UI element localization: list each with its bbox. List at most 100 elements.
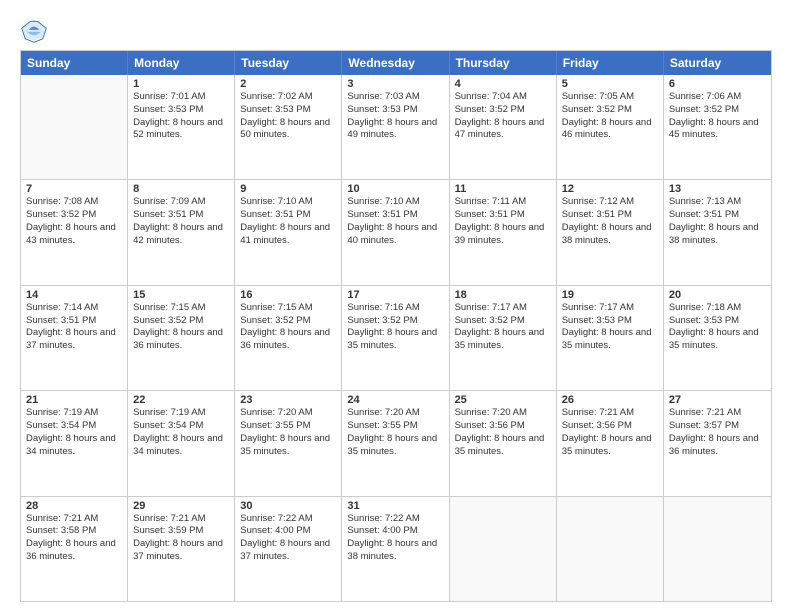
day-number: 16 [240,289,336,301]
day-number: 3 [347,78,443,90]
header [20,16,772,44]
sunset-text: Sunset: 3:52 PM [455,104,551,117]
day-number: 1 [133,78,229,90]
sunset-text: Sunset: 3:51 PM [669,209,766,222]
day-number: 4 [455,78,551,90]
daylight-text: Daylight: 8 hours and 43 minutes. [26,222,122,248]
day-number: 23 [240,394,336,406]
daylight-text: Daylight: 8 hours and 45 minutes. [669,117,766,143]
cal-cell: 27Sunrise: 7:21 AMSunset: 3:57 PMDayligh… [664,391,771,495]
day-number: 6 [669,78,766,90]
sunrise-text: Sunrise: 7:06 AM [669,91,766,104]
day-number: 15 [133,289,229,301]
day-number: 17 [347,289,443,301]
header-cell-saturday: Saturday [664,51,771,75]
cal-cell: 21Sunrise: 7:19 AMSunset: 3:54 PMDayligh… [21,391,128,495]
day-number: 21 [26,394,122,406]
cal-cell: 18Sunrise: 7:17 AMSunset: 3:52 PMDayligh… [450,286,557,390]
daylight-text: Daylight: 8 hours and 37 minutes. [240,538,336,564]
header-cell-tuesday: Tuesday [235,51,342,75]
sunrise-text: Sunrise: 7:11 AM [455,196,551,209]
header-cell-sunday: Sunday [21,51,128,75]
sunrise-text: Sunrise: 7:02 AM [240,91,336,104]
sunrise-text: Sunrise: 7:20 AM [347,407,443,420]
day-number: 30 [240,500,336,512]
daylight-text: Daylight: 8 hours and 46 minutes. [562,117,658,143]
sunrise-text: Sunrise: 7:12 AM [562,196,658,209]
sunrise-text: Sunrise: 7:13 AM [669,196,766,209]
cal-cell: 17Sunrise: 7:16 AMSunset: 3:52 PMDayligh… [342,286,449,390]
cal-cell: 7Sunrise: 7:08 AMSunset: 3:52 PMDaylight… [21,180,128,284]
sunrise-text: Sunrise: 7:19 AM [133,407,229,420]
sunrise-text: Sunrise: 7:09 AM [133,196,229,209]
logo-icon [20,16,48,44]
day-number: 11 [455,183,551,195]
sunset-text: Sunset: 3:51 PM [347,209,443,222]
day-number: 26 [562,394,658,406]
day-number: 2 [240,78,336,90]
sunset-text: Sunset: 4:00 PM [240,525,336,538]
daylight-text: Daylight: 8 hours and 35 minutes. [455,327,551,353]
day-number: 27 [669,394,766,406]
calendar-header-row: SundayMondayTuesdayWednesdayThursdayFrid… [21,51,771,75]
day-number: 29 [133,500,229,512]
sunrise-text: Sunrise: 7:18 AM [669,302,766,315]
sunrise-text: Sunrise: 7:14 AM [26,302,122,315]
day-number: 31 [347,500,443,512]
week-row-2: 7Sunrise: 7:08 AMSunset: 3:52 PMDaylight… [21,180,771,285]
sunrise-text: Sunrise: 7:20 AM [240,407,336,420]
cal-cell: 31Sunrise: 7:22 AMSunset: 4:00 PMDayligh… [342,497,449,601]
sunrise-text: Sunrise: 7:04 AM [455,91,551,104]
daylight-text: Daylight: 8 hours and 35 minutes. [347,433,443,459]
day-number: 25 [455,394,551,406]
sunrise-text: Sunrise: 7:17 AM [455,302,551,315]
daylight-text: Daylight: 8 hours and 35 minutes. [562,433,658,459]
cal-cell: 4Sunrise: 7:04 AMSunset: 3:52 PMDaylight… [450,75,557,179]
sunset-text: Sunset: 3:53 PM [133,104,229,117]
sunrise-text: Sunrise: 7:21 AM [562,407,658,420]
day-number: 9 [240,183,336,195]
sunset-text: Sunset: 3:55 PM [240,420,336,433]
sunrise-text: Sunrise: 7:10 AM [347,196,443,209]
daylight-text: Daylight: 8 hours and 38 minutes. [669,222,766,248]
day-number: 18 [455,289,551,301]
daylight-text: Daylight: 8 hours and 37 minutes. [133,538,229,564]
week-row-5: 28Sunrise: 7:21 AMSunset: 3:58 PMDayligh… [21,497,771,601]
sunset-text: Sunset: 3:55 PM [347,420,443,433]
sunrise-text: Sunrise: 7:08 AM [26,196,122,209]
day-number: 13 [669,183,766,195]
sunset-text: Sunset: 3:51 PM [133,209,229,222]
daylight-text: Daylight: 8 hours and 42 minutes. [133,222,229,248]
cal-cell: 30Sunrise: 7:22 AMSunset: 4:00 PMDayligh… [235,497,342,601]
cal-cell: 3Sunrise: 7:03 AMSunset: 3:53 PMDaylight… [342,75,449,179]
sunrise-text: Sunrise: 7:15 AM [240,302,336,315]
sunset-text: Sunset: 3:52 PM [669,104,766,117]
sunset-text: Sunset: 3:51 PM [26,315,122,328]
cal-cell: 6Sunrise: 7:06 AMSunset: 3:52 PMDaylight… [664,75,771,179]
day-number: 28 [26,500,122,512]
day-number: 24 [347,394,443,406]
daylight-text: Daylight: 8 hours and 41 minutes. [240,222,336,248]
day-number: 5 [562,78,658,90]
cal-cell: 9Sunrise: 7:10 AMSunset: 3:51 PMDaylight… [235,180,342,284]
header-cell-thursday: Thursday [450,51,557,75]
header-cell-friday: Friday [557,51,664,75]
daylight-text: Daylight: 8 hours and 34 minutes. [133,433,229,459]
sunset-text: Sunset: 3:58 PM [26,525,122,538]
cal-cell: 2Sunrise: 7:02 AMSunset: 3:53 PMDaylight… [235,75,342,179]
sunrise-text: Sunrise: 7:21 AM [669,407,766,420]
cal-cell: 20Sunrise: 7:18 AMSunset: 3:53 PMDayligh… [664,286,771,390]
header-cell-wednesday: Wednesday [342,51,449,75]
daylight-text: Daylight: 8 hours and 52 minutes. [133,117,229,143]
sunset-text: Sunset: 3:52 PM [347,315,443,328]
sunrise-text: Sunrise: 7:19 AM [26,407,122,420]
sunset-text: Sunset: 3:52 PM [562,104,658,117]
day-number: 12 [562,183,658,195]
sunset-text: Sunset: 3:54 PM [26,420,122,433]
cal-cell: 26Sunrise: 7:21 AMSunset: 3:56 PMDayligh… [557,391,664,495]
sunset-text: Sunset: 3:56 PM [562,420,658,433]
daylight-text: Daylight: 8 hours and 36 minutes. [26,538,122,564]
cal-cell [664,497,771,601]
sunset-text: Sunset: 3:57 PM [669,420,766,433]
cal-cell: 11Sunrise: 7:11 AMSunset: 3:51 PMDayligh… [450,180,557,284]
